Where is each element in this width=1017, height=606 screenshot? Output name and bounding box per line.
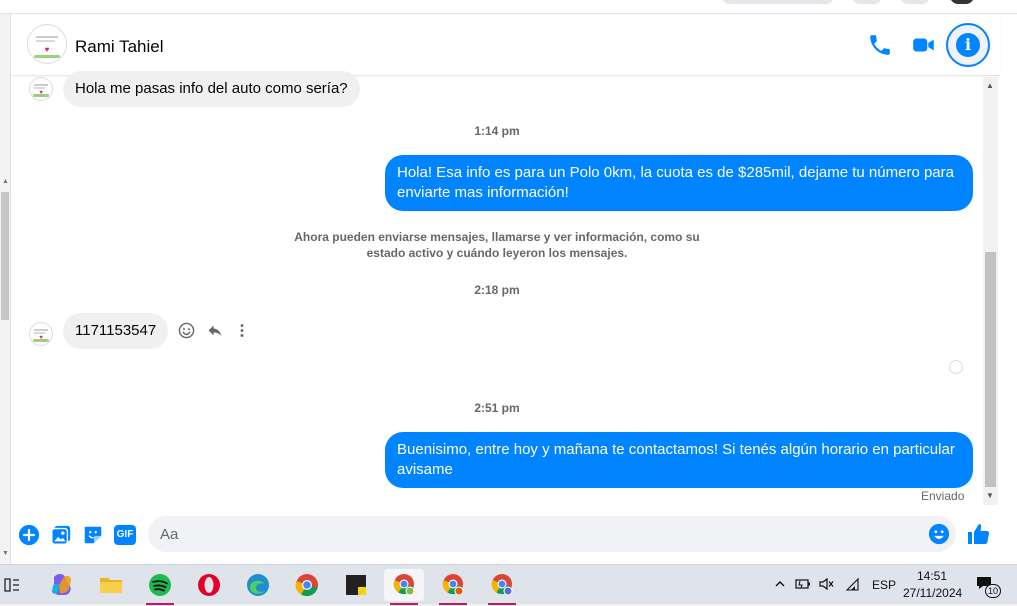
message-input[interactable]: Aa — [148, 516, 956, 552]
privacy-notice: Ahora pueden enviarse mensajes, llamarse… — [294, 230, 700, 260]
spotify-app[interactable] — [140, 569, 180, 605]
chrome-profile-app-active[interactable] — [384, 569, 424, 605]
incoming-message[interactable]: 1171153547 — [63, 313, 169, 349]
folder-icon — [100, 578, 122, 593]
toolbar-pill[interactable] — [852, 0, 882, 4]
notification-count-badge: 10 — [985, 584, 1001, 598]
scroll-down-icon[interactable]: ▼ — [986, 491, 994, 500]
message-input-placeholder: Aa — [160, 526, 179, 543]
contact-avatar-small[interactable]: ♥ — [29, 77, 53, 101]
plus-icon[interactable] — [18, 524, 40, 546]
wifi-icon[interactable] — [845, 577, 861, 591]
toolbar-pill[interactable] — [900, 0, 930, 4]
scroll-up-icon[interactable]: ▲ — [986, 81, 994, 90]
incoming-message[interactable]: Hola me pasas info del auto como sería? — [63, 71, 360, 107]
delivery-status: Enviado — [921, 489, 965, 503]
emoji-icon[interactable] — [928, 523, 950, 545]
timestamp: 2:51 pm — [474, 401, 520, 415]
scroll-thumb[interactable] — [1, 192, 9, 320]
phone-icon[interactable] — [867, 32, 893, 58]
input-language[interactable]: ESP — [872, 578, 896, 592]
edge-icon — [247, 574, 269, 596]
chrome-app[interactable] — [287, 569, 327, 601]
more-options-icon[interactable] — [238, 322, 246, 339]
edge-app[interactable] — [238, 569, 278, 601]
chrome-profile-app[interactable] — [433, 569, 473, 605]
timestamp: 1:14 pm — [474, 124, 520, 138]
contact-name[interactable]: Rami Tahiel — [75, 37, 164, 57]
contact-avatar-small[interactable]: ♥ — [29, 322, 53, 346]
seen-avatar — [949, 360, 963, 374]
profile-pill[interactable] — [950, 0, 974, 4]
chevron-up-icon[interactable] — [774, 578, 786, 590]
chrome-profile-app[interactable] — [482, 569, 522, 605]
timestamp: 2:18 pm — [474, 283, 520, 297]
copilot-app[interactable] — [42, 569, 82, 601]
opera-app[interactable] — [189, 569, 229, 601]
copilot-icon — [52, 574, 72, 595]
reply-icon[interactable] — [206, 322, 224, 339]
composer-bar: GIF Aa — [12, 507, 1000, 563]
react-smiley-icon[interactable] — [178, 322, 195, 339]
sticker-icon[interactable] — [82, 524, 104, 546]
scroll-up-icon[interactable]: ▲ — [2, 178, 9, 185]
chrome-profile-icon — [442, 574, 464, 596]
spotify-icon — [149, 574, 171, 596]
info-button[interactable]: i — [946, 23, 990, 67]
scroll-thumb[interactable] — [985, 252, 996, 487]
sticky-notes-app[interactable] — [336, 569, 376, 601]
chrome-profile-icon — [393, 574, 415, 596]
outgoing-message[interactable]: Buenisimo, entre hoy y mañana te contact… — [385, 432, 973, 488]
left-scrollbar[interactable]: ▲ ▼ — [0, 14, 11, 564]
chrome-profile-icon — [491, 574, 513, 596]
photo-icon[interactable] — [50, 524, 72, 546]
chat-scrollbar[interactable]: ▲ ▼ — [983, 77, 998, 505]
windows-taskbar: ESP 14:51 27/11/2024 10 — [0, 564, 1017, 605]
task-view-icon[interactable] — [4, 577, 20, 593]
file-explorer-app[interactable] — [91, 569, 131, 601]
like-thumb-icon[interactable] — [966, 522, 990, 546]
search-pill[interactable] — [722, 0, 834, 4]
clock-time[interactable]: 14:51 — [917, 569, 947, 583]
browser-top-strip — [0, 0, 1017, 14]
conversation-header: ♥ Rami Tahiel i — [12, 14, 1000, 76]
scroll-down-icon[interactable]: ▼ — [2, 550, 9, 557]
message-list: ♥ Hola me pasas info del auto como sería… — [12, 71, 982, 507]
gif-icon[interactable]: GIF — [114, 525, 136, 545]
contact-avatar[interactable]: ♥ — [27, 24, 67, 64]
video-call-icon[interactable] — [911, 32, 937, 58]
info-icon: i — [956, 33, 980, 57]
clock-date[interactable]: 27/11/2024 — [903, 586, 962, 600]
volume-muted-icon[interactable] — [819, 577, 835, 591]
outgoing-message[interactable]: Hola! Esa info es para un Polo 0km, la c… — [385, 155, 973, 211]
opera-icon — [198, 574, 220, 596]
battery-icon[interactable] — [795, 577, 811, 591]
chrome-icon — [295, 574, 318, 597]
messenger-window: ▲ ▼ ♥ Rami Tahiel i ♥ Hola me pasas info… — [0, 0, 1017, 564]
sticky-notes-icon — [346, 575, 366, 595]
